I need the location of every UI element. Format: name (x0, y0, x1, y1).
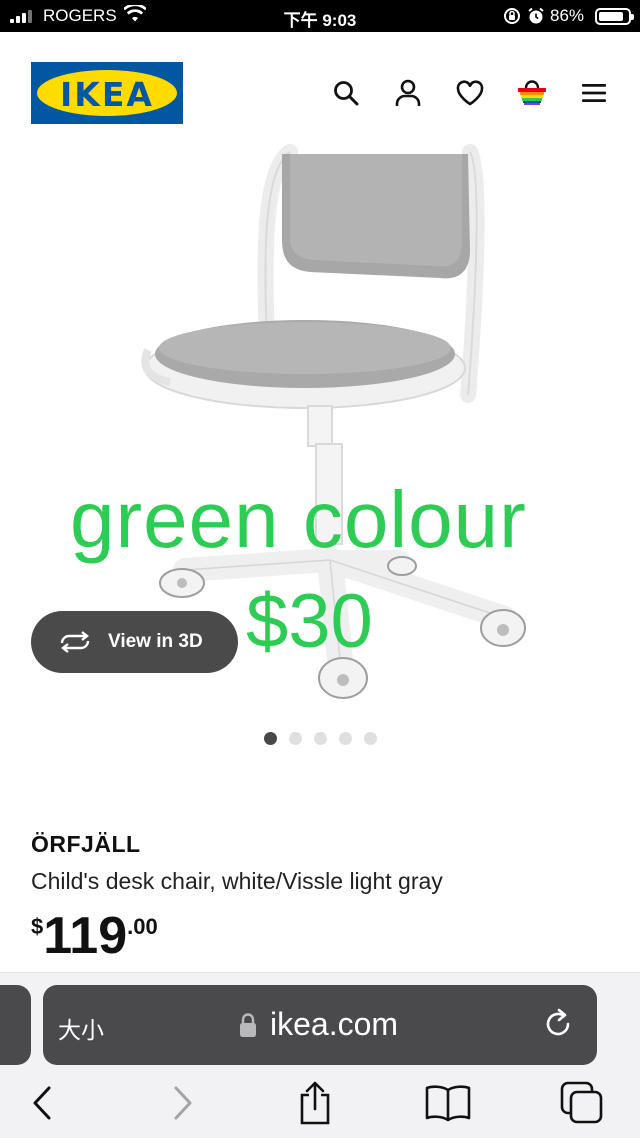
battery-percent: 86% (550, 6, 585, 25)
view-in-3d-label: View in 3D (108, 631, 203, 652)
product-description: Child's desk chair, white/Vissle light g… (31, 868, 443, 894)
url-domain[interactable]: ikea.com (270, 1006, 398, 1043)
gallery-dot[interactable] (314, 732, 327, 745)
previous-tab-stub[interactable] (0, 985, 31, 1065)
price-currency: $ (31, 914, 44, 939)
gallery-dot[interactable] (289, 732, 302, 745)
bookmarks-icon[interactable] (423, 1078, 473, 1128)
status-bar: ROGERS 下午 9:03 86% (0, 0, 640, 32)
address-bar[interactable]: 大小 ikea.com (43, 985, 597, 1065)
alarm-icon (527, 7, 545, 30)
overlay-text-line2: $30 (246, 579, 373, 664)
overlay-text-line1: green colour (70, 475, 527, 564)
search-icon[interactable] (328, 75, 364, 111)
gallery-dot[interactable] (364, 732, 377, 745)
basket-icon[interactable] (514, 75, 550, 111)
tabs-icon[interactable] (557, 1078, 607, 1128)
rotate-3d-icon (58, 631, 92, 653)
share-icon[interactable] (290, 1078, 340, 1128)
ikea-logo[interactable]: IKEA (31, 62, 183, 124)
gallery-dot[interactable] (264, 732, 277, 745)
battery-icon (595, 8, 634, 25)
price-decimals: .00 (127, 914, 158, 939)
back-icon[interactable] (18, 1078, 68, 1128)
price-integer: 119 (43, 907, 128, 965)
rotation-lock-icon (503, 7, 521, 30)
view-in-3d-button[interactable]: View in 3D (31, 611, 238, 673)
logo-text: IKEA (60, 75, 154, 114)
text-size-button[interactable]: 大小 (58, 1011, 104, 1045)
gallery-dot[interactable] (339, 732, 352, 745)
menu-icon[interactable] (576, 75, 612, 111)
heart-icon[interactable] (452, 75, 488, 111)
gallery-pagination[interactable] (264, 732, 377, 745)
profile-icon[interactable] (390, 75, 426, 111)
reload-icon[interactable] (543, 1007, 575, 1046)
product-price: $ 119 .00 (31, 906, 158, 966)
product-name: ÖRFJÄLL (31, 831, 141, 857)
forward-icon[interactable] (157, 1078, 207, 1128)
lock-icon (239, 1012, 257, 1043)
